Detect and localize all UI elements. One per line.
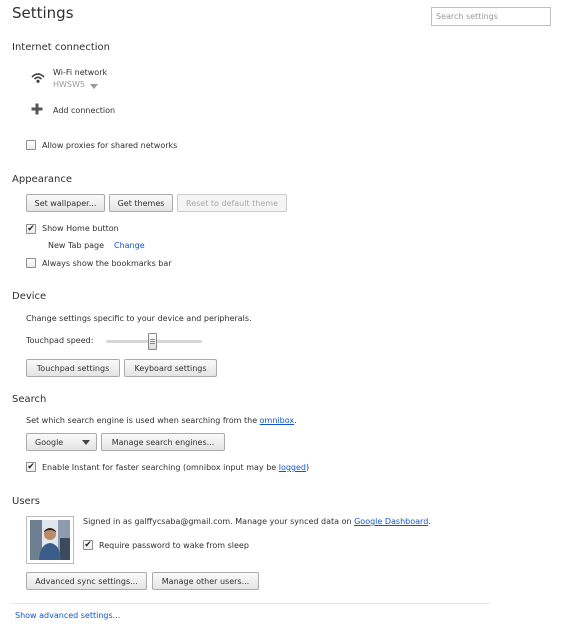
search-engine-select[interactable]: Google: [26, 433, 97, 451]
network-type-label: Wi-Fi network: [53, 68, 108, 77]
touchpad-speed-label: Touchpad speed:: [26, 336, 94, 345]
signed-in-prefix: Signed in as galffycsaba@gmail.com. Mana…: [83, 517, 355, 526]
section-title-search: Search: [12, 394, 47, 405]
get-themes-button[interactable]: Get themes: [109, 194, 173, 212]
add-connection-button[interactable]: Add connection: [31, 103, 131, 119]
chevron-down-icon: [82, 439, 90, 445]
change-new-tab-link[interactable]: Change: [114, 241, 145, 250]
signed-in-text: Signed in as galffycsaba@gmail.com. Mana…: [83, 517, 431, 526]
signed-in-suffix: .: [428, 517, 431, 526]
search-description-text: Set which search engine is used when sea…: [26, 416, 260, 425]
add-connection-label: Add connection: [53, 106, 116, 115]
google-dashboard-link[interactable]: Google Dashboard: [354, 517, 428, 526]
reset-theme-button[interactable]: Reset to default theme: [177, 194, 287, 212]
bookmarks-bar-checkbox[interactable]: [26, 258, 36, 268]
wifi-icon: [31, 71, 45, 85]
keyboard-settings-button[interactable]: Keyboard settings: [124, 359, 217, 377]
manage-users-button[interactable]: Manage other users...: [152, 572, 259, 590]
section-title-internet: Internet connection: [12, 42, 110, 53]
search-description: Set which search engine is used when sea…: [26, 416, 297, 425]
checkmark-icon: ✔: [27, 223, 35, 234]
page-title: Settings: [12, 4, 74, 22]
new-tab-label: New Tab page: [48, 241, 105, 250]
plus-icon: [31, 103, 43, 115]
bookmarks-bar-label: Always show the bookmarks bar: [42, 259, 172, 268]
require-password-label: Require password to wake from sleep: [99, 541, 249, 550]
section-title-users: Users: [12, 496, 41, 507]
allow-proxies-checkbox[interactable]: [26, 140, 36, 150]
omnibox-link[interactable]: omnibox: [260, 416, 294, 425]
show-advanced-settings-link[interactable]: Show advanced settings...: [15, 611, 120, 620]
search-input[interactable]: [431, 7, 551, 26]
section-title-device: Device: [12, 291, 47, 302]
checkmark-icon: ✔: [84, 539, 92, 550]
show-home-label: Show Home button: [42, 224, 119, 233]
instant-checkbox[interactable]: ✔: [26, 462, 36, 472]
chevron-down-icon: [90, 84, 98, 89]
device-description: Change settings specific to your device …: [26, 314, 252, 323]
network-name: HWSW5: [53, 80, 86, 89]
instant-label-end: ): [306, 463, 310, 472]
checkmark-icon: ✔: [27, 461, 35, 472]
manage-search-engines-button[interactable]: Manage search engines...: [101, 433, 225, 451]
advanced-sync-button[interactable]: Advanced sync settings...: [26, 572, 147, 590]
touchpad-speed-slider-thumb[interactable]: [148, 333, 157, 350]
instant-label-text: Enable Instant for faster searching (omn…: [42, 463, 279, 472]
show-home-checkbox[interactable]: ✔: [26, 224, 36, 234]
logged-link[interactable]: logged: [279, 463, 306, 472]
search-description-end: .: [294, 416, 297, 425]
user-avatar: [26, 516, 74, 564]
set-wallpaper-button[interactable]: Set wallpaper...: [26, 194, 105, 212]
footer-divider: [12, 603, 490, 604]
section-title-appearance: Appearance: [12, 174, 73, 185]
network-item[interactable]: Wi-Fi network HWSW5: [53, 68, 113, 92]
touchpad-settings-button[interactable]: Touchpad settings: [26, 359, 120, 377]
require-password-checkbox[interactable]: ✔: [83, 540, 93, 550]
search-engine-value: Google: [35, 437, 64, 447]
instant-label: Enable Instant for faster searching (omn…: [42, 463, 309, 472]
allow-proxies-label: Allow proxies for shared networks: [42, 141, 178, 150]
user-avatar-image: [30, 520, 70, 560]
